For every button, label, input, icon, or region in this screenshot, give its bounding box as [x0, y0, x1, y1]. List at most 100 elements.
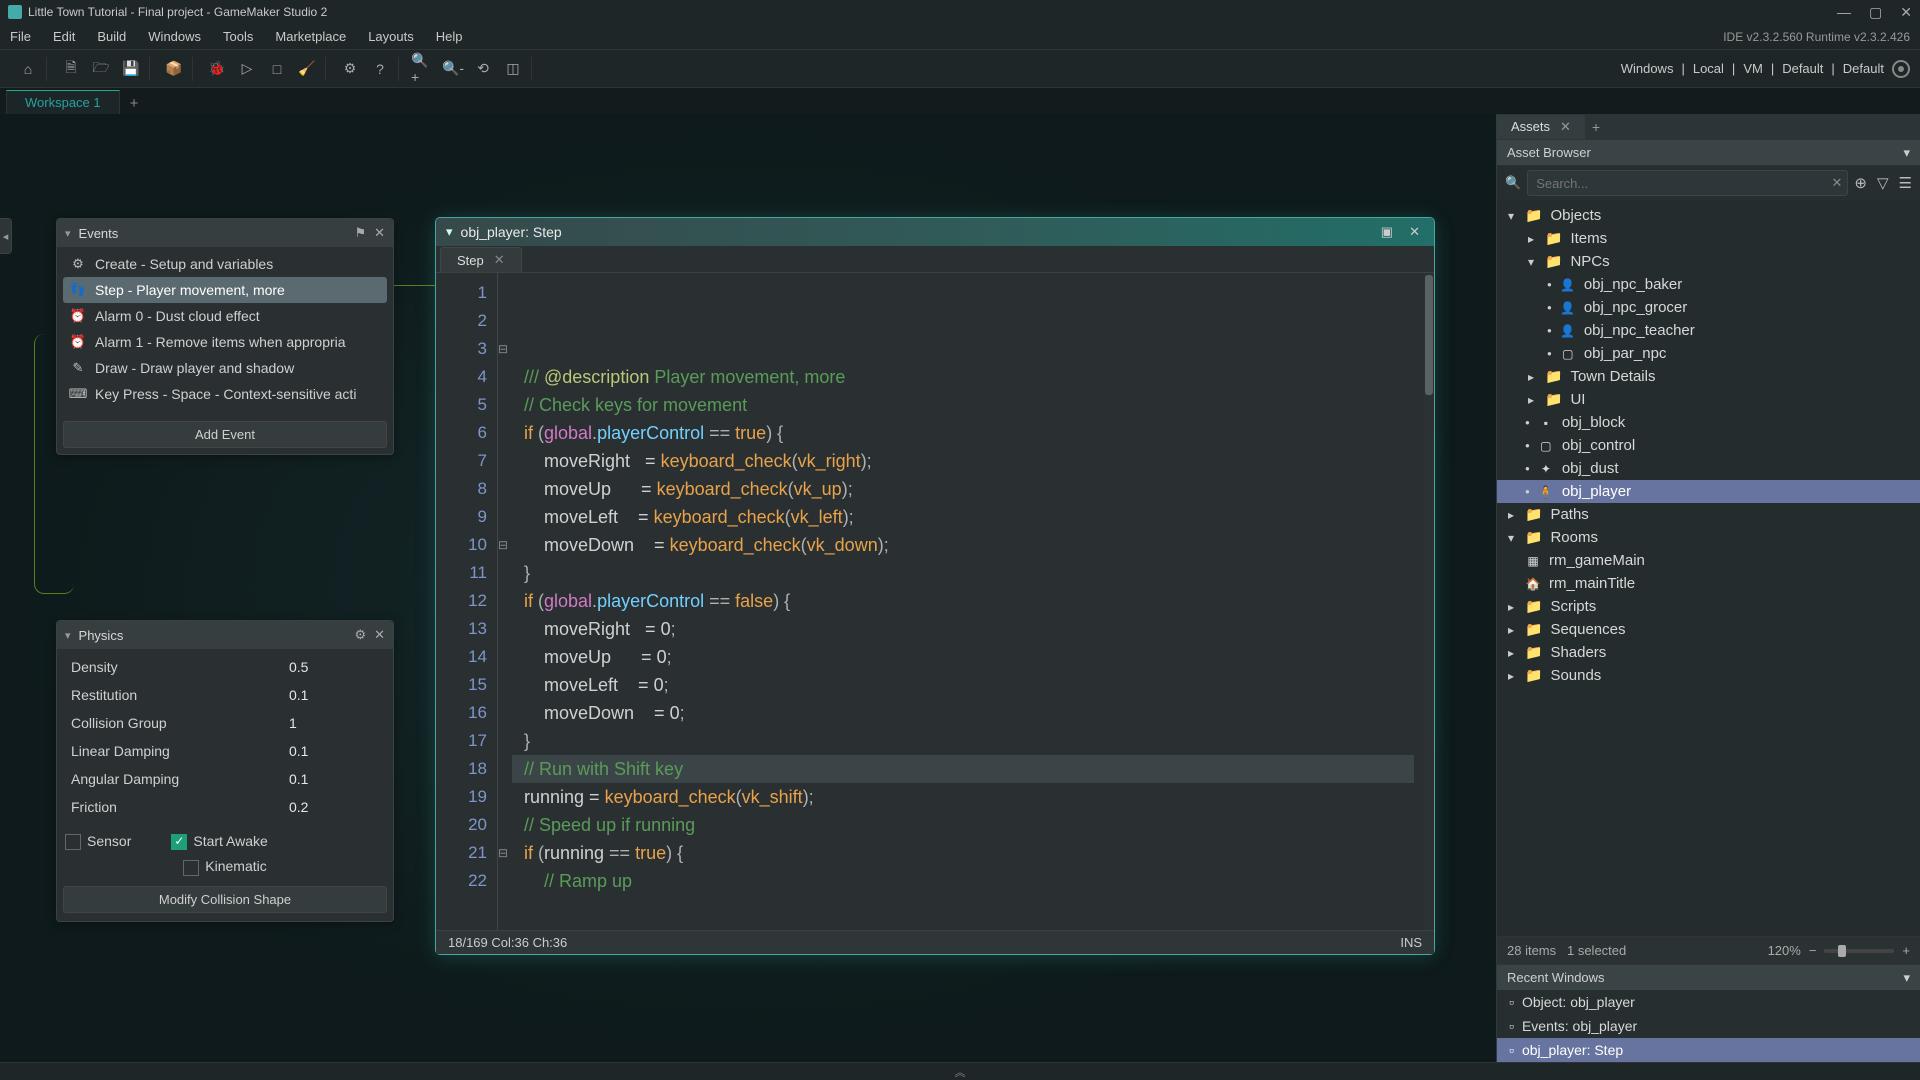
tree-folder[interactable]: ▾📁NPCs: [1497, 250, 1920, 273]
add-tab-icon[interactable]: +: [1585, 114, 1607, 139]
events-panel-header[interactable]: ▾ Events ⚑ ✕: [57, 219, 393, 247]
collapse-icon[interactable]: ▾: [65, 629, 71, 642]
tree-folder[interactable]: ▸📁Items: [1497, 227, 1920, 250]
target-icon[interactable]: [1892, 60, 1910, 78]
tree-item[interactable]: ●▢obj_par_npc: [1497, 342, 1920, 365]
collapse-icon[interactable]: ▾: [65, 227, 71, 240]
menu-windows[interactable]: Windows: [148, 29, 201, 44]
tree-folder[interactable]: ▸📁UI: [1497, 388, 1920, 411]
menu-file[interactable]: File: [10, 29, 31, 44]
tree-toggle-icon[interactable]: ▸: [1505, 600, 1517, 614]
menu-help[interactable]: Help: [436, 29, 463, 44]
workspace-add-button[interactable]: +: [120, 93, 149, 114]
collapse-icon[interactable]: ▾: [446, 224, 453, 240]
code-text-area[interactable]: /// @description Player movement, more//…: [512, 273, 1424, 930]
stop-icon[interactable]: □: [265, 57, 289, 81]
event-item[interactable]: ⚙Create - Setup and variables: [63, 251, 387, 277]
clear-search-icon[interactable]: ✕: [1832, 175, 1843, 191]
menu-tools[interactable]: Tools: [223, 29, 253, 44]
chevron-down-icon[interactable]: ▾: [1903, 970, 1910, 986]
physics-field-value[interactable]: 0.2: [289, 799, 379, 815]
tree-toggle-icon[interactable]: ▸: [1505, 623, 1517, 637]
tree-toggle-icon[interactable]: ▾: [1505, 531, 1517, 545]
editor-titlebar[interactable]: ▾ obj_player: Step ▣ ✕: [436, 218, 1434, 246]
add-asset-icon[interactable]: ⊕: [1854, 174, 1867, 192]
tree-toggle-icon[interactable]: ▸: [1505, 646, 1517, 660]
debug-icon[interactable]: 🐞: [205, 57, 229, 81]
modify-collision-button[interactable]: Modify Collision Shape: [63, 886, 387, 913]
zoom-out-btn[interactable]: −: [1809, 943, 1817, 958]
zoom-in-btn[interactable]: +: [1902, 943, 1910, 958]
tree-item[interactable]: 🏠rm_mainTitle: [1497, 572, 1920, 595]
tree-toggle-icon[interactable]: ▸: [1525, 393, 1537, 407]
add-event-button[interactable]: Add Event: [63, 421, 387, 448]
tree-folder[interactable]: ▸📁Sequences: [1497, 618, 1920, 641]
menu-layouts[interactable]: Layouts: [368, 29, 414, 44]
close-tab-icon[interactable]: ✕: [1560, 119, 1571, 135]
tree-item[interactable]: ●✦obj_dust: [1497, 457, 1920, 480]
event-item[interactable]: ⏰Alarm 0 - Dust cloud effect: [63, 303, 387, 329]
tree-item[interactable]: ●👤obj_npc_grocer: [1497, 296, 1920, 319]
editor-scrollbar[interactable]: [1424, 273, 1434, 930]
tree-item[interactable]: ●👤obj_npc_teacher: [1497, 319, 1920, 342]
recent-item[interactable]: ▫Object: obj_player: [1497, 990, 1920, 1014]
event-item[interactable]: ⌨Key Press - Space - Context-sensitive a…: [63, 381, 387, 407]
workspace-canvas[interactable]: ◂ ▾ Events ⚑ ✕ ⚙Create - Setup and varia…: [0, 114, 1496, 1062]
preferences-icon[interactable]: ⚙: [338, 57, 362, 81]
menu-marketplace[interactable]: Marketplace: [275, 29, 346, 44]
physics-field-value[interactable]: 0.1: [289, 687, 379, 703]
zoom-slider[interactable]: [1824, 949, 1894, 953]
new-project-icon[interactable]: 🗎: [59, 57, 83, 81]
target-windows[interactable]: Windows: [1621, 61, 1674, 76]
tree-folder[interactable]: ▸📁Sounds: [1497, 664, 1920, 687]
target-vm[interactable]: VM: [1743, 61, 1763, 76]
play-icon[interactable]: ▷: [235, 57, 259, 81]
target-config2[interactable]: Default: [1843, 61, 1884, 76]
collapsed-panel-sliver[interactable]: ◂: [0, 218, 12, 254]
physics-panel-header[interactable]: ▾ Physics ⚙ ✕: [57, 621, 393, 649]
panel-close-icon[interactable]: ✕: [374, 627, 385, 643]
physics-field-value[interactable]: 0.1: [289, 743, 379, 759]
tree-folder[interactable]: ▾📁Objects: [1497, 204, 1920, 227]
tree-toggle-icon[interactable]: ▸: [1525, 370, 1537, 384]
zoom-in-icon[interactable]: 🔍+: [411, 57, 435, 81]
close-editor-icon[interactable]: ✕: [1405, 224, 1424, 240]
tree-toggle-icon[interactable]: ▸: [1525, 232, 1537, 246]
asset-tree[interactable]: ▾📁Objects▸📁Items▾📁NPCs●👤obj_npc_baker●👤o…: [1497, 200, 1920, 936]
layout-icon[interactable]: ◫: [501, 57, 525, 81]
event-item[interactable]: 👣Step - Player movement, more: [63, 277, 387, 303]
gear-icon[interactable]: ⚙: [354, 627, 366, 643]
tree-item[interactable]: ●▪obj_block: [1497, 411, 1920, 434]
close-tab-icon[interactable]: ✕: [494, 252, 505, 268]
close-icon[interactable]: ✕: [1900, 4, 1912, 21]
maximize-editor-icon[interactable]: ▣: [1377, 224, 1397, 240]
save-icon[interactable]: 💾: [119, 57, 143, 81]
target-local[interactable]: Local: [1693, 61, 1724, 76]
tree-item[interactable]: ●▢obj_control: [1497, 434, 1920, 457]
tree-folder[interactable]: ▸📁Town Details: [1497, 365, 1920, 388]
event-item[interactable]: ✎Draw - Draw player and shadow: [63, 355, 387, 381]
flag-icon[interactable]: ⚑: [354, 225, 366, 241]
help-icon[interactable]: ?: [368, 57, 392, 81]
physics-field-value[interactable]: 0.1: [289, 771, 379, 787]
open-project-icon[interactable]: 🗁: [89, 57, 113, 81]
minimize-icon[interactable]: —: [1837, 4, 1851, 21]
event-item[interactable]: ⏰Alarm 1 - Remove items when appropria: [63, 329, 387, 355]
menu-build[interactable]: Build: [97, 29, 126, 44]
panel-close-icon[interactable]: ✕: [374, 225, 385, 241]
tree-item[interactable]: ●👤obj_npc_baker: [1497, 273, 1920, 296]
maximize-icon[interactable]: ▢: [1869, 4, 1882, 21]
tree-item[interactable]: ●🧍obj_player: [1497, 480, 1920, 503]
tree-toggle-icon[interactable]: ▸: [1505, 669, 1517, 683]
recent-item[interactable]: ▫Events: obj_player: [1497, 1014, 1920, 1038]
fold-gutter[interactable]: ⊟⊟⊟: [498, 273, 512, 930]
editor-tab-step[interactable]: Step ✕: [440, 247, 522, 272]
tree-toggle-icon[interactable]: ▾: [1525, 255, 1537, 269]
bottom-collapse-bar[interactable]: ︽: [0, 1062, 1920, 1080]
tree-item[interactable]: ▦rm_gameMain: [1497, 549, 1920, 572]
home-icon[interactable]: ⌂: [16, 57, 40, 81]
start-awake-check[interactable]: Start Awake: [171, 833, 267, 850]
package-icon[interactable]: 📦: [162, 57, 186, 81]
assets-tab[interactable]: Assets ✕: [1497, 115, 1585, 139]
filter-icon[interactable]: ▽: [1877, 174, 1889, 192]
